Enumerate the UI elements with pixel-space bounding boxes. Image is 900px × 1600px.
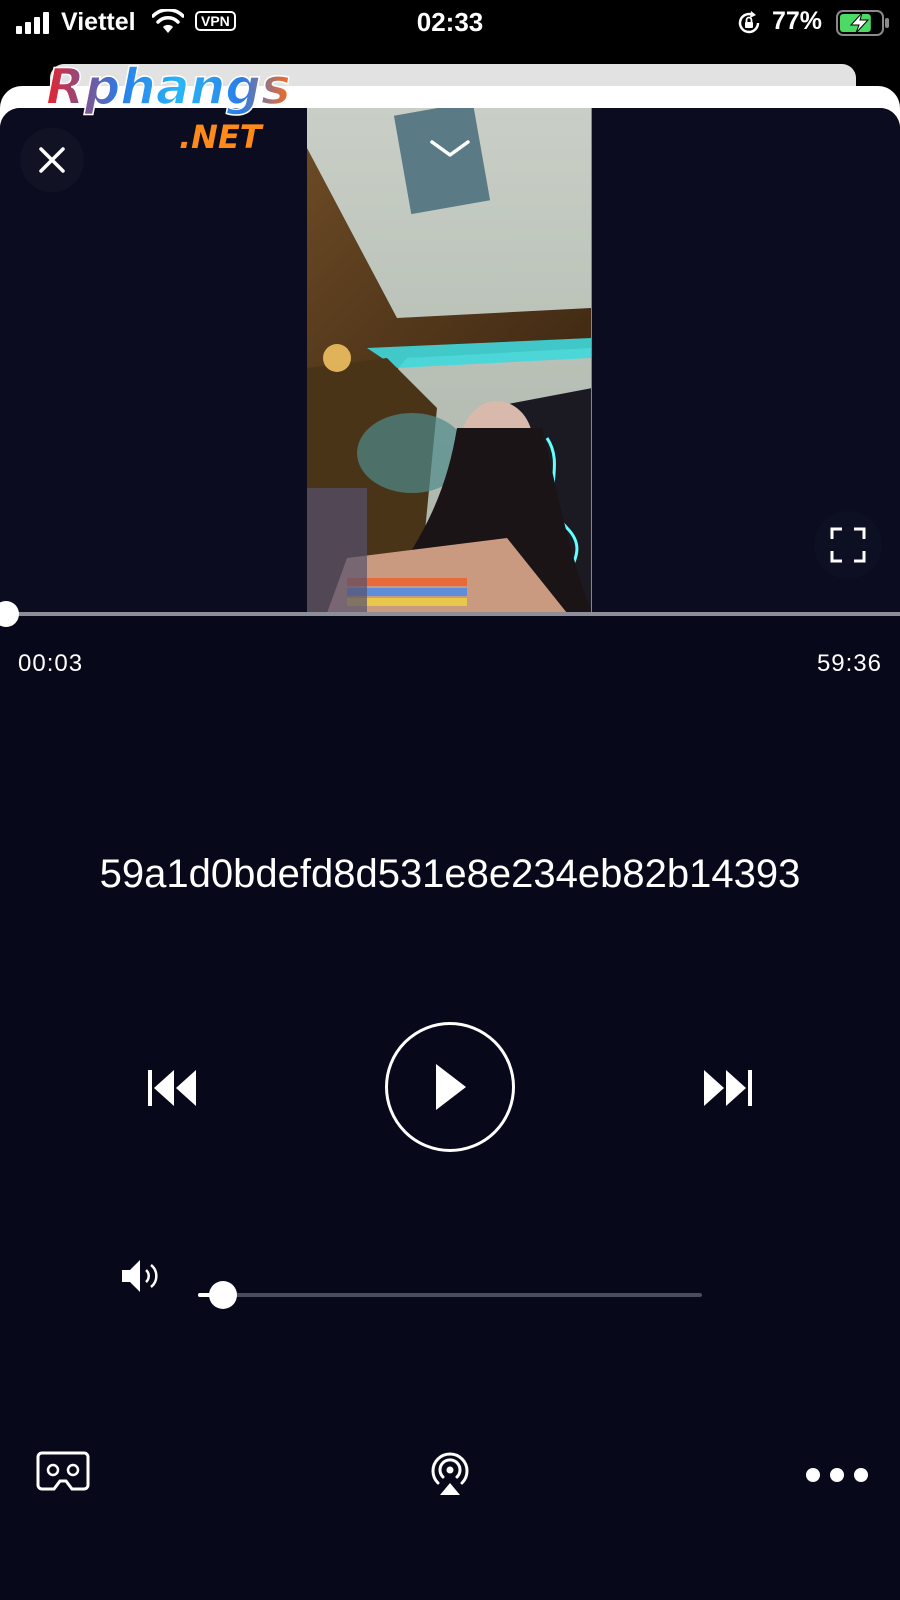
vr-headset-icon[interactable]: [36, 1450, 90, 1492]
more-dot: [806, 1468, 820, 1482]
speaker-icon[interactable]: [120, 1256, 162, 1296]
rewind-icon[interactable]: [146, 1066, 202, 1110]
battery-charging-icon: [836, 10, 889, 36]
more-dot: [854, 1468, 868, 1482]
more-dot: [830, 1468, 844, 1482]
rotation-lock-icon: [738, 11, 760, 34]
volume-slider[interactable]: [198, 1281, 702, 1309]
total-time: 59:36: [816, 650, 882, 677]
play-icon: [436, 1064, 466, 1110]
video-frame[interactable]: [307, 108, 592, 613]
fullscreen-button[interactable]: [814, 511, 882, 579]
progress-bar[interactable]: [0, 601, 900, 627]
svg-text:.NET: .NET: [179, 118, 264, 156]
elapsed-time: 00:03: [18, 650, 84, 677]
chevron-down-icon: [430, 140, 470, 157]
video-area[interactable]: [0, 108, 900, 613]
volume-thumb[interactable]: [209, 1281, 238, 1309]
airplay-icon[interactable]: [426, 1449, 474, 1497]
progress-thumb[interactable]: [0, 601, 19, 627]
battery-percent: 77%: [772, 7, 823, 35]
watermark-logo: Rphangs .NET: [45, 58, 291, 156]
status-bar: Viettel VPN 02:33 77%: [0, 0, 900, 46]
media-title: 59a1d0bdefd8d531e8e234eb82b14393: [99, 852, 801, 896]
status-time: 02:33: [416, 7, 484, 37]
more-button[interactable]: [806, 1468, 868, 1482]
collapse-button[interactable]: [424, 134, 476, 164]
fullscreen-icon: [830, 527, 866, 563]
play-button[interactable]: [385, 1022, 515, 1152]
svg-text:Rphangs: Rphangs: [46, 58, 291, 116]
media-player: 00:03 59:36 59a1d0bdefd8d531e8e234eb82b1…: [0, 108, 900, 1600]
fast-forward-icon[interactable]: [698, 1066, 754, 1110]
video-thumbnail: [307, 108, 591, 613]
